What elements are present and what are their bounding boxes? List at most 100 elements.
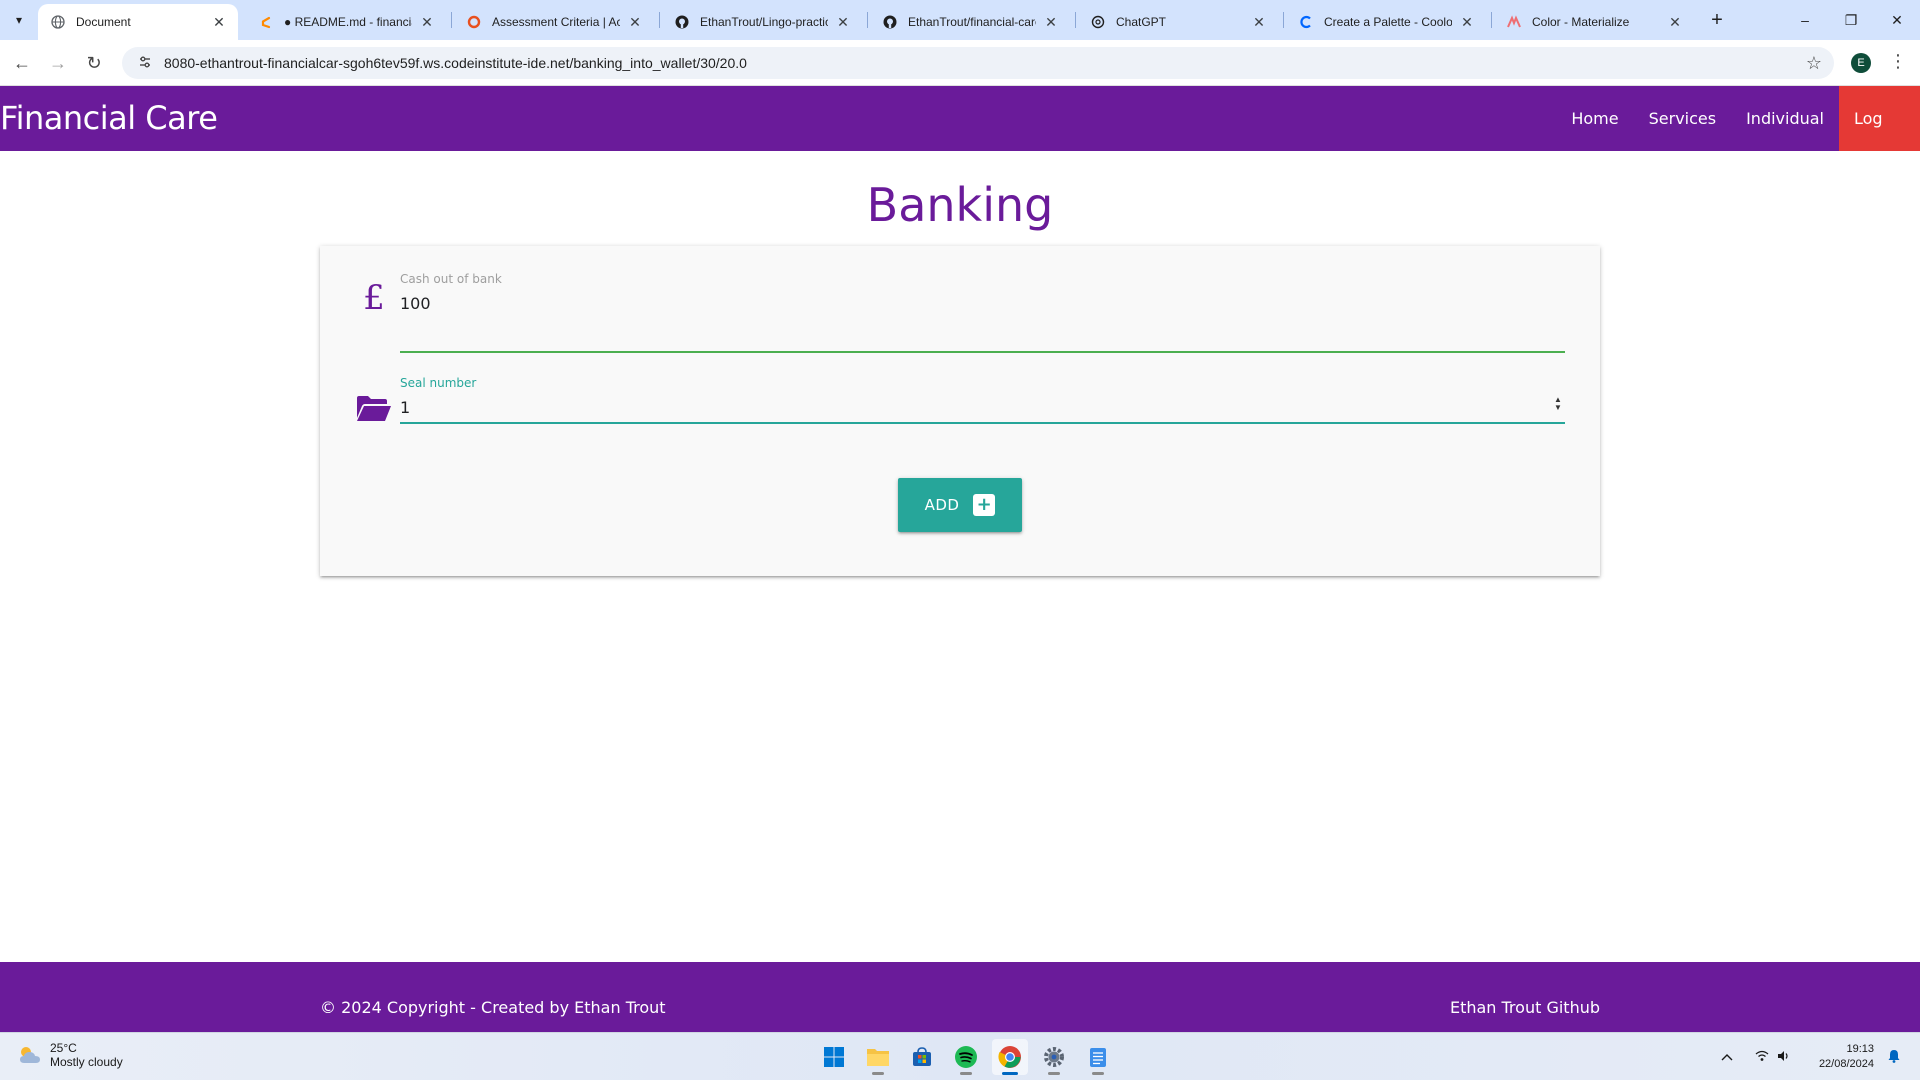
site-navbar: Financial Care Home Services Individual … bbox=[0, 86, 1920, 193]
close-tab-icon[interactable]: ✕ bbox=[1250, 13, 1268, 31]
close-tab-icon[interactable]: ✕ bbox=[1458, 13, 1476, 31]
system-tray: 19:13 22/08/2024 bbox=[1715, 1033, 1920, 1080]
nav-links: Home Services Individual Log out bbox=[1556, 86, 1920, 193]
tab-title: Assessment Criteria | Acti bbox=[492, 15, 620, 29]
forward-arrow-icon[interactable]: → bbox=[44, 49, 72, 77]
logout-button[interactable]: Log out bbox=[1839, 86, 1920, 193]
tab-title: Create a Palette - Coolors bbox=[1324, 15, 1452, 29]
running-indicator bbox=[872, 1072, 884, 1075]
nav-home-link[interactable]: Home bbox=[1556, 86, 1633, 151]
browser-tab-readme[interactable]: ● README.md - financial- ✕ bbox=[246, 4, 446, 40]
taskbar-apps bbox=[812, 1039, 1120, 1075]
browser-toolbar: ← → ↻ 8080-ethantrout-financialcar-sgoh6… bbox=[0, 40, 1920, 86]
running-indicator bbox=[1002, 1072, 1018, 1075]
chevron-up-icon[interactable] bbox=[1721, 1050, 1733, 1064]
close-tab-icon[interactable]: ✕ bbox=[834, 13, 852, 31]
windows-taskbar: 25°C Mostly cloudy 19:13 22/08/2024 bbox=[0, 1032, 1920, 1080]
profile-avatar[interactable]: E bbox=[1851, 53, 1871, 73]
globe-icon bbox=[50, 14, 66, 30]
ring-icon bbox=[466, 14, 482, 30]
weather-widget[interactable]: 25°C Mostly cloudy bbox=[16, 1041, 123, 1069]
browser-tab-lingo[interactable]: EthanTrout/Lingo-practice ✕ bbox=[662, 4, 862, 40]
tab-divider bbox=[1491, 12, 1492, 28]
close-tab-icon[interactable]: ✕ bbox=[1666, 13, 1684, 31]
browser-tab-financial-care[interactable]: EthanTrout/financial-care ✕ bbox=[870, 4, 1070, 40]
clock-date: 22/08/2024 bbox=[1818, 1058, 1874, 1070]
tab-title: Document bbox=[76, 15, 131, 29]
gitpod-icon bbox=[258, 14, 274, 30]
system-clock[interactable]: 19:13 22/08/2024 bbox=[1819, 1042, 1874, 1072]
file-explorer-icon[interactable] bbox=[860, 1039, 896, 1075]
tab-title: EthanTrout/financial-care bbox=[908, 15, 1036, 29]
brand-logo[interactable]: Financial Care bbox=[0, 86, 218, 151]
github-icon bbox=[674, 14, 690, 30]
site-settings-icon[interactable] bbox=[130, 55, 160, 72]
coolors-icon bbox=[1298, 14, 1314, 30]
page-title: Banking bbox=[866, 178, 1054, 232]
nav-services-link[interactable]: Services bbox=[1634, 86, 1731, 151]
back-arrow-icon[interactable]: ← bbox=[8, 49, 36, 77]
windows-start-icon[interactable] bbox=[816, 1039, 852, 1075]
browser-tab-document[interactable]: Document ✕ bbox=[38, 4, 238, 40]
openai-icon bbox=[1090, 14, 1106, 30]
tab-title: EthanTrout/Lingo-practice bbox=[700, 15, 828, 29]
tab-divider bbox=[1075, 12, 1076, 28]
tab-title: Color - Materialize bbox=[1532, 15, 1630, 29]
pound-icon: £ bbox=[363, 278, 385, 318]
folder-open-icon bbox=[352, 394, 396, 427]
close-window-icon[interactable]: ✕ bbox=[1874, 0, 1920, 40]
site-footer: © 2024 Copyright - Created by Ethan Trou… bbox=[0, 962, 1920, 1032]
microsoft-store-icon[interactable] bbox=[904, 1039, 940, 1075]
notification-bell-icon[interactable] bbox=[1888, 1049, 1900, 1066]
cash-label: Cash out of bank bbox=[400, 272, 502, 286]
cloud-sun-icon bbox=[16, 1041, 44, 1069]
tab-divider bbox=[1283, 12, 1284, 28]
tab-title: ● README.md - financial- bbox=[284, 15, 412, 29]
running-indicator bbox=[1048, 1072, 1060, 1075]
running-indicator bbox=[1092, 1072, 1104, 1075]
materialize-icon bbox=[1506, 14, 1522, 30]
seal-field: Seal number 1 ▲ ▼ bbox=[320, 372, 1600, 442]
url-text: 8080-ethantrout-financialcar-sgoh6tev59f… bbox=[164, 55, 747, 71]
seal-underline bbox=[400, 422, 1565, 424]
browser-tab-assessment[interactable]: Assessment Criteria | Acti ✕ bbox=[454, 4, 654, 40]
github-icon bbox=[882, 14, 898, 30]
close-tab-icon[interactable]: ✕ bbox=[1042, 13, 1060, 31]
browser-tab-materialize[interactable]: Color - Materialize ✕ bbox=[1494, 4, 1694, 40]
plus-box-icon: + bbox=[973, 494, 996, 516]
bookmark-star-icon[interactable]: ☆ bbox=[1806, 53, 1822, 74]
browser-tab-coolors[interactable]: Create a Palette - Coolors ✕ bbox=[1286, 4, 1486, 40]
new-tab-icon[interactable]: + bbox=[1704, 7, 1730, 33]
notepad-icon[interactable] bbox=[1080, 1039, 1116, 1075]
running-indicator bbox=[960, 1072, 972, 1075]
restore-icon[interactable]: ❐ bbox=[1828, 0, 1874, 40]
spotify-icon[interactable] bbox=[948, 1039, 984, 1075]
tab-search-icon[interactable]: ▾ bbox=[6, 7, 32, 33]
tab-divider bbox=[659, 12, 660, 28]
seal-label: Seal number bbox=[400, 376, 477, 390]
seal-input[interactable]: 1 bbox=[400, 398, 410, 417]
nav-individual-link[interactable]: Individual bbox=[1731, 86, 1839, 151]
tab-divider bbox=[451, 12, 452, 28]
minimize-icon[interactable]: – bbox=[1782, 0, 1828, 40]
more-menu-icon[interactable]: ⋮ bbox=[1888, 51, 1908, 75]
banking-form-card: £ Cash out of bank 100 Seal number 1 ▲ ▼ … bbox=[320, 246, 1600, 576]
address-bar[interactable]: 8080-ethantrout-financialcar-sgoh6tev59f… bbox=[122, 47, 1834, 79]
wifi-icon[interactable] bbox=[1755, 1050, 1769, 1065]
github-link[interactable]: Ethan Trout Github bbox=[1450, 998, 1600, 1017]
weather-temp: 25°C bbox=[50, 1041, 77, 1055]
copyright-text: © 2024 Copyright - Created by Ethan Trou… bbox=[320, 998, 666, 1017]
settings-gear-icon[interactable] bbox=[1036, 1039, 1072, 1075]
tab-title: ChatGPT bbox=[1116, 15, 1167, 29]
close-tab-icon[interactable]: ✕ bbox=[626, 13, 644, 31]
reload-icon[interactable]: ↻ bbox=[80, 49, 108, 77]
add-button[interactable]: ADD + bbox=[898, 478, 1022, 532]
close-tab-icon[interactable]: ✕ bbox=[418, 13, 436, 31]
close-tab-icon[interactable]: ✕ bbox=[210, 13, 228, 31]
browser-tab-chatgpt[interactable]: ChatGPT ✕ bbox=[1078, 4, 1278, 40]
clock-time: 19:13 bbox=[1846, 1043, 1874, 1055]
chrome-icon[interactable] bbox=[992, 1039, 1028, 1075]
volume-icon[interactable] bbox=[1777, 1050, 1791, 1065]
cash-input[interactable]: 100 bbox=[400, 294, 431, 313]
number-spinner-icon[interactable]: ▲ ▼ bbox=[1552, 394, 1564, 414]
